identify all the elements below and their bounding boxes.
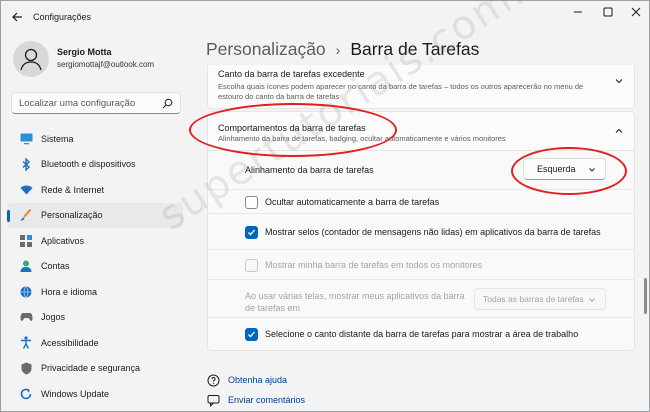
monitor-icon [19,132,33,146]
chevron-down-icon[interactable] [614,76,624,86]
feedback-icon [206,393,220,407]
sidebar-item-sistema[interactable]: Sistema [7,126,183,152]
behaviors-card-title: Comportamentos da barra de tarefas [218,123,366,133]
all-monitors-checkbox[interactable] [245,259,258,272]
sidebar-item-personalizacao[interactable]: Personalização [7,202,183,228]
sidebar-item-label: Aplicativos [41,235,85,246]
breadcrumb-parent[interactable]: Personalização [206,39,326,60]
overflow-card-subtitle: Escolha quais ícones podem aparecer no c… [218,82,584,101]
accessibility-icon [19,336,33,350]
settings-window: Configurações Sergio Motta sergiomottajf… [0,0,650,412]
get-help-link[interactable]: Obtenha ajuda [206,373,287,387]
help-icon [206,373,220,387]
sidebar-item-rede[interactable]: Rede & Internet [7,177,183,203]
overflow-corner-card[interactable]: Canto da barra de tarefas excedente Esco… [207,65,635,109]
sidebar-item-privacidade[interactable]: Privacidade e segurança [7,356,183,382]
gamepad-icon [19,310,33,324]
scrollbar[interactable] [644,278,647,314]
globe-icon [19,285,33,299]
back-arrow-icon[interactable] [11,11,23,23]
minimize-button[interactable] [563,1,593,23]
sidebar-item-jogos[interactable]: Jogos [7,305,183,331]
sidebar-item-aplicativos[interactable]: Aplicativos [7,228,183,254]
alignment-value: Esquerda [537,164,576,174]
sidebar-item-label: Hora e idioma [41,286,98,297]
sidebar-item-label: Sistema [41,133,74,144]
sidebar-item-label: Privacidade e segurança [41,363,141,374]
sidebar-item-label: Personalização [41,210,103,221]
overflow-card-title: Canto da barra de tarefas excedente [218,69,365,79]
autohide-checkbox[interactable] [245,196,258,209]
sidebar-item-windows-update[interactable]: Windows Update [7,381,183,407]
sidebar-item-label: Acessibilidade [41,337,99,348]
far-corner-row: Selecione o canto distante da barra de t… [208,317,634,350]
behaviors-expanded-panel: Alinhamento da barra de tarefas Esquerda… [207,151,635,351]
breadcrumb: Personalização › Barra de Tarefas [206,39,479,60]
chevron-up-icon[interactable] [614,126,624,136]
sidebar-item-acessibilidade[interactable]: Acessibilidade [7,330,183,356]
user-avatar-icon [20,48,42,71]
send-feedback-link[interactable]: Enviar comentários [206,393,305,407]
all-monitors-row: Mostrar minha barra de tarefas em todos … [208,249,634,279]
badges-label: Mostrar selos (contador de mensagens não… [265,227,601,237]
all-monitors-label: Mostrar minha barra de tarefas em todos … [265,260,483,270]
sidebar-item-contas[interactable]: Contas [7,254,183,280]
wifi-icon [19,183,33,197]
profile-email: sergiomottajf@outlook.com [57,60,155,69]
behaviors-card[interactable]: Comportamentos da barra de tarefas Alinh… [207,111,635,151]
shield-icon [19,361,33,375]
sidebar-item-hora-idioma[interactable]: Hora e idioma [7,279,183,305]
behaviors-card-subtitle: Alinhamento da barra de tarefas, badging… [218,134,506,143]
badges-checkbox[interactable] [245,226,258,239]
alignment-label: Alinhamento da barra de tarefas [245,165,374,175]
sidebar-item-bluetooth[interactable]: Bluetooth e dispositivos [7,152,183,178]
maximize-button[interactable] [593,1,623,23]
update-icon [19,387,33,401]
sidebar-item-label: Windows Update [41,388,110,399]
multi-display-value: Todas as barras de tarefas [483,294,584,304]
alignment-row: Alinhamento da barra de tarefas Esquerda [208,151,634,189]
person-icon [19,259,33,273]
apps-icon [19,234,33,248]
autohide-label: Ocultar automaticamente a barra de taref… [265,197,440,207]
search-input[interactable]: Localizar uma configuração [11,92,181,114]
sidebar-item-label: Bluetooth e dispositivos [41,159,136,170]
title-bar: Configurações [1,1,649,33]
sidebar: Sergio Motta sergiomottajf@outlook.com L… [1,33,191,412]
avatar [13,41,49,77]
autohide-row: Ocultar automaticamente a barra de taref… [208,189,634,213]
profile-name: Sergio Motta [57,47,112,57]
sidebar-item-label: Contas [41,261,70,272]
checkmark-icon [248,229,255,236]
bluetooth-icon [19,157,33,171]
main-content: Personalização › Barra de Tarefas Canto … [191,33,649,412]
far-corner-label: Selecione o canto distante da barra de t… [265,329,579,339]
send-feedback-label: Enviar comentários [228,395,306,405]
search-icon [162,98,173,112]
multi-display-row: Ao usar várias telas, mostrar meus aplic… [208,279,634,317]
chevron-down-icon [588,296,596,306]
multi-display-dropdown[interactable]: Todas as barras de tarefas [474,288,606,310]
page-title: Barra de Tarefas [350,39,480,59]
close-button[interactable] [621,1,650,23]
far-corner-checkbox[interactable] [245,328,258,341]
window-title: Configurações [33,12,92,22]
brush-icon [19,208,33,222]
alignment-dropdown[interactable]: Esquerda [523,158,606,180]
breadcrumb-separator: › [335,41,341,58]
sidebar-item-label: Jogos [41,312,66,323]
user-profile[interactable]: Sergio Motta sergiomottajf@outlook.com [13,41,188,81]
badges-row: Mostrar selos (contador de mensagens não… [208,213,634,249]
nav-menu: Sistema Bluetooth e dispositivos Rede & … [7,126,183,407]
get-help-label: Obtenha ajuda [228,375,288,385]
search-placeholder: Localizar uma configuração [19,97,136,109]
multi-display-label: Ao usar várias telas, mostrar meus aplic… [245,291,465,313]
checkmark-icon [248,331,255,338]
chevron-down-icon [588,166,596,176]
sidebar-item-label: Rede & Internet [41,184,105,195]
